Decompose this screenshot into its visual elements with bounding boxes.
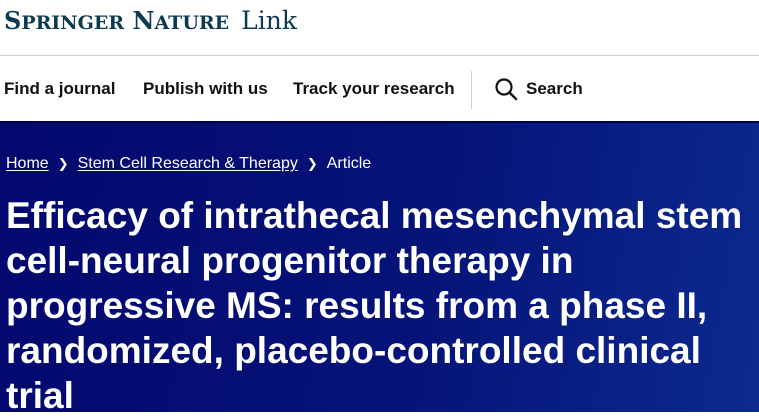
breadcrumb-journal[interactable]: Stem Cell Research & Therapy xyxy=(78,155,298,173)
chevron-right-icon: ❯ xyxy=(57,156,69,171)
logo-brand-text: SPRINGER NATURE xyxy=(4,6,230,35)
article-title: Efficacy of intrathecal mesenchymal stem… xyxy=(6,195,743,416)
main-navigation: Find a journal Publish with us Track you… xyxy=(0,57,759,121)
site-header: SPRINGER NATURE Link xyxy=(0,0,759,56)
nav-track-your-research[interactable]: Track your research xyxy=(293,57,455,121)
search-label: Search xyxy=(526,79,583,98)
nav-publish-with-us[interactable]: Publish with us xyxy=(143,57,268,121)
breadcrumb: Home ❯ Stem Cell Research & Therapy ❯ Ar… xyxy=(6,153,371,175)
search-button[interactable]: Search xyxy=(494,57,583,121)
chevron-right-icon: ❯ xyxy=(306,156,318,171)
nav-divider xyxy=(471,71,472,109)
springer-nature-link-logo[interactable]: SPRINGER NATURE Link xyxy=(4,6,297,38)
article-hero: Home ❯ Stem Cell Research & Therapy ❯ Ar… xyxy=(0,121,759,416)
nav-find-a-journal[interactable]: Find a journal xyxy=(4,57,115,121)
breadcrumb-home[interactable]: Home xyxy=(6,155,49,173)
search-icon xyxy=(494,77,518,101)
logo-link-text: Link xyxy=(241,6,298,35)
breadcrumb-current: Article xyxy=(326,155,372,172)
